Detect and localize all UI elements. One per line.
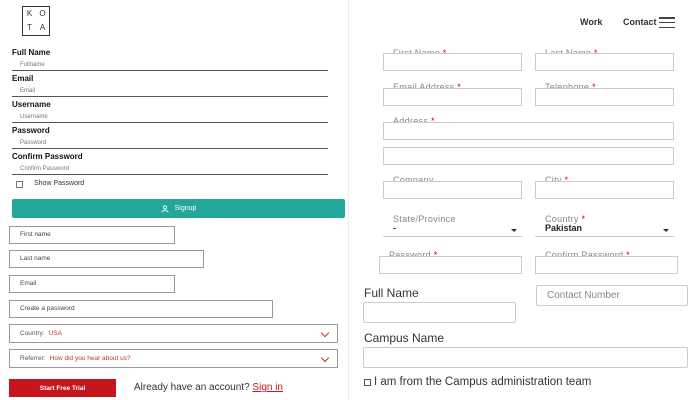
campus-full-name-input[interactable] [363, 302, 516, 323]
reg-company-input[interactable] [383, 181, 522, 199]
show-password-label: Show Password [34, 180, 85, 187]
chevron-down-icon [320, 328, 330, 338]
reg-city-input[interactable] [535, 181, 674, 199]
email-input[interactable]: Email [12, 85, 328, 97]
reg-country-select[interactable]: Pakistan [535, 221, 674, 237]
country-select-value: USA [48, 330, 62, 337]
signup-button[interactable]: Signup [12, 199, 345, 218]
campus-name-input[interactable] [363, 347, 688, 368]
reg-telephone-input[interactable] [535, 88, 674, 106]
already-text: Already have an account? [134, 382, 250, 393]
first-name-input[interactable]: First name [9, 226, 175, 244]
campus-admin-checkbox[interactable] [364, 379, 371, 386]
full-name-label: Full Name [12, 48, 51, 57]
country-select-label: Country: [20, 330, 45, 337]
column-divider [348, 0, 349, 400]
contact-number-input[interactable]: Contact Number [536, 285, 688, 306]
caret-down-icon [663, 229, 669, 232]
chevron-down-icon [320, 353, 330, 363]
show-password-checkbox[interactable] [16, 181, 23, 188]
country-select[interactable]: Country: USA [9, 324, 338, 343]
create-password-input[interactable]: Create a password [9, 300, 273, 318]
reg-address-line2-input[interactable] [383, 147, 674, 165]
email-label: Email [12, 74, 34, 83]
start-free-trial-button[interactable]: Start Free Trial [9, 379, 116, 397]
referrer-select-value: How did you hear about us? [49, 355, 131, 362]
password-input[interactable]: Password [12, 137, 328, 149]
already-have-account: Already have an account? Sign in [134, 382, 283, 393]
reg-first-name-input[interactable] [383, 53, 522, 71]
logo-letter: T [27, 23, 32, 32]
password-label: Password [12, 126, 50, 135]
reg-state-value: - [393, 223, 396, 233]
logo-letter: O [39, 9, 46, 18]
logo-letter: A [39, 23, 46, 32]
trial-email-input[interactable]: Email [9, 275, 175, 293]
username-input[interactable]: Username [12, 111, 328, 123]
sign-in-link[interactable]: Sign in [252, 382, 283, 393]
nav-contact-link[interactable]: Contact [623, 17, 657, 27]
username-label: Username [12, 100, 51, 109]
user-add-icon [161, 204, 169, 212]
full-name-input[interactable]: Fullname [12, 59, 328, 71]
kota-logo[interactable]: K O T A [22, 6, 50, 36]
referrer-select-label: Referrer: [20, 355, 46, 362]
reg-address-line1-input[interactable] [383, 122, 674, 140]
logo-letter: K [26, 9, 33, 18]
campus-full-name-label: Full Name [364, 286, 419, 300]
campus-admin-label: I am from the Campus administration team [374, 376, 592, 388]
reg-password-input[interactable] [379, 256, 522, 274]
campus-name-label: Campus Name [364, 331, 445, 345]
reg-email-input[interactable] [383, 88, 522, 106]
confirm-password-label: Confirm Password [12, 152, 83, 161]
reg-country-value: Pakistan [545, 223, 583, 233]
reg-state-select[interactable]: - [383, 221, 522, 237]
nav-work-link[interactable]: Work [580, 17, 602, 27]
reg-confirm-password-input[interactable] [535, 256, 678, 274]
last-name-input[interactable]: Last name [9, 250, 204, 268]
reg-last-name-input[interactable] [535, 53, 674, 71]
hamburger-menu-icon[interactable] [659, 17, 675, 28]
caret-down-icon [511, 229, 517, 232]
signup-button-label: Signup [174, 205, 197, 212]
confirm-password-input[interactable]: Confirm Password [12, 163, 328, 175]
referrer-select[interactable]: Referrer: How did you hear about us? [9, 349, 338, 368]
